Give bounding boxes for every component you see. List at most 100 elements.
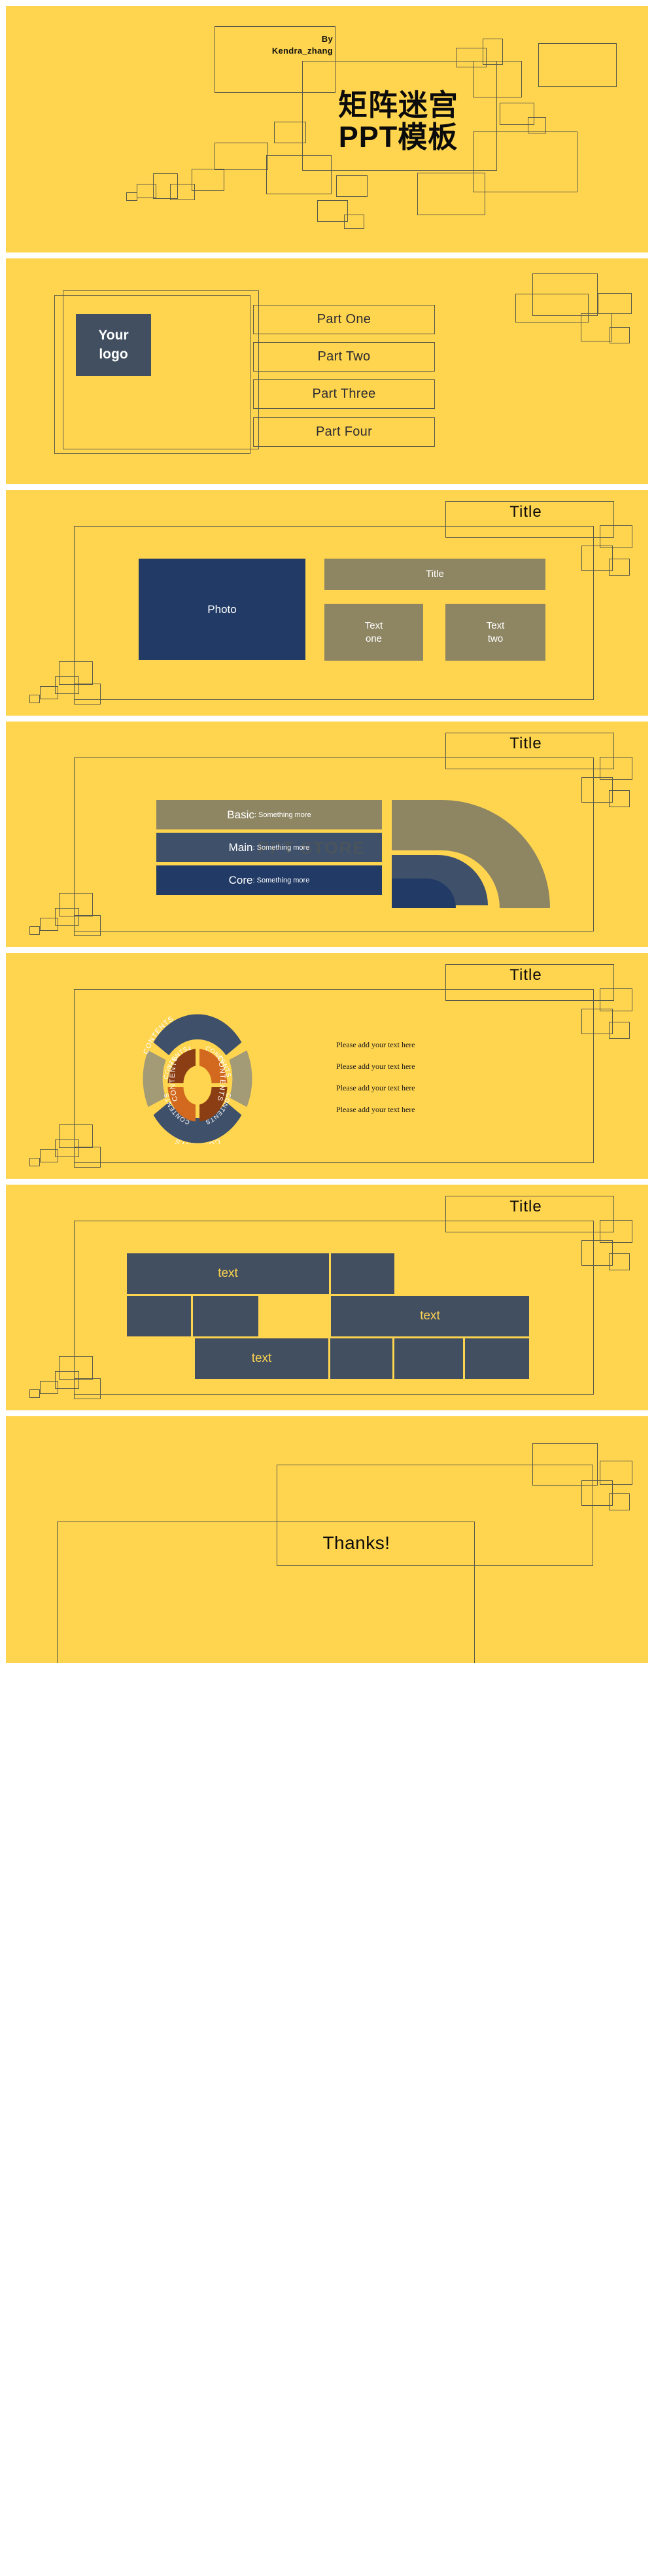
- layer-bar-main-lead: Main: [228, 841, 253, 854]
- panel-text-two-line2: two: [487, 633, 504, 644]
- layer-bar-basic-tail: : Something more: [254, 810, 311, 819]
- mosaic-block[interactable]: [127, 1296, 191, 1336]
- decor-rect: [600, 988, 632, 1011]
- decor-rect: [500, 103, 534, 125]
- photo-placeholder[interactable]: Photo: [139, 559, 305, 660]
- decor-rect: [610, 327, 630, 343]
- decor-rect: [153, 173, 178, 199]
- panel-text-two[interactable]: Text two: [445, 604, 545, 661]
- decor-rect: [609, 559, 630, 576]
- layer-bar-basic[interactable]: Basic : Something more: [156, 800, 382, 829]
- layer-bar-main[interactable]: Main : Something more: [156, 833, 382, 862]
- decor-rect: [29, 1389, 40, 1398]
- decor-rect: [215, 143, 268, 170]
- contents-item-part-two[interactable]: Part Two: [253, 342, 435, 372]
- cover-title: 矩阵迷宫 PPT模板: [333, 88, 464, 154]
- thanks-label: Thanks!: [322, 1533, 390, 1553]
- page-title: Title: [490, 503, 562, 521]
- thanks-text: Thanks!: [284, 1533, 428, 1554]
- slide-cover[interactable]: By Kendra_zhang 矩阵迷宫 PPT模板: [6, 6, 648, 252]
- contents-item-label: Part Four: [315, 425, 373, 439]
- slide-donut[interactable]: Title CONTENTS CONTENTS CO TS CONTENTS C…: [6, 953, 648, 1179]
- decor-rect: [40, 686, 58, 699]
- decor-rect: [600, 525, 632, 548]
- panel-text-two-line1: Text: [486, 620, 505, 631]
- decor-rect: [581, 777, 613, 803]
- bullet-item: Please add your text here: [336, 1105, 415, 1114]
- contents-item-part-one[interactable]: Part One: [253, 305, 435, 334]
- panel-title-text: Title: [426, 568, 444, 580]
- contents-item-label: Part Two: [317, 349, 371, 364]
- page-title: Title: [490, 735, 562, 753]
- mosaic-block[interactable]: [465, 1338, 529, 1379]
- decor-rect: [274, 122, 306, 143]
- bullet-item: Please add your text here: [336, 1083, 415, 1092]
- panel-text-one-line2: one: [365, 633, 383, 644]
- decor-rect: [336, 175, 368, 197]
- decor-rect: [581, 313, 612, 341]
- decor-rect: [55, 1140, 79, 1157]
- slide-mosaic[interactable]: Title text text text: [6, 1185, 648, 1410]
- layer-bar-core[interactable]: Core : Something more: [156, 865, 382, 895]
- decor-rect: [137, 184, 156, 198]
- page-title: Title: [490, 966, 562, 984]
- decor-rect: [609, 1253, 630, 1270]
- contents-item-label: Part One: [317, 312, 371, 326]
- decor-rect: [600, 757, 632, 780]
- panel-text-one-line1: Text: [364, 620, 383, 631]
- decor-rect: [581, 546, 613, 571]
- decor-rect: [40, 1381, 58, 1394]
- decor-rect: [581, 1240, 613, 1266]
- page-title: Title: [490, 1198, 562, 1216]
- decor-rect: [344, 215, 364, 229]
- decor-rect: [532, 273, 598, 316]
- decor-rect: [29, 695, 40, 703]
- mosaic-block-label: text: [251, 1351, 272, 1365]
- mosaic-block[interactable]: text: [331, 1296, 529, 1336]
- contents-donut-graphic[interactable]: CONTENTS CONTENTS CONTENTS CONTENTS CONT…: [112, 1013, 283, 1144]
- decor-rect: [55, 676, 79, 694]
- slide-layers[interactable]: Title Basic : Something more Main : Some…: [6, 722, 648, 947]
- decor-rect: [59, 661, 93, 685]
- page-title-text: Title: [509, 503, 542, 521]
- decor-rect: [598, 293, 632, 314]
- mosaic-block[interactable]: [330, 1338, 392, 1379]
- decor-rect: [74, 1147, 101, 1168]
- your-logo-placeholder[interactable]: Your logo: [76, 314, 151, 376]
- mosaic-block[interactable]: text: [127, 1253, 329, 1294]
- logo-line1: Your: [98, 328, 129, 343]
- cover-byline: By Kendra_zhang: [232, 33, 333, 56]
- panel-text-one[interactable]: Text one: [324, 604, 423, 661]
- cover-title-line2: PPT模板: [338, 120, 458, 154]
- decor-rect: [581, 1480, 613, 1506]
- decor-rect: [600, 1220, 632, 1243]
- cover-title-line1: 矩阵迷宫: [337, 88, 458, 122]
- decor-rect: [266, 155, 332, 194]
- decor-rect: [532, 1443, 598, 1486]
- slide-contents[interactable]: Your logo Part One Part Two Part Three P…: [6, 258, 648, 484]
- decor-rect: [609, 1493, 630, 1510]
- panel-title-box[interactable]: Title: [324, 559, 545, 590]
- contents-item-part-three[interactable]: Part Three: [253, 379, 435, 409]
- slide-thanks[interactable]: Thanks!: [6, 1416, 648, 1663]
- decor-rect: [317, 200, 348, 222]
- bullet-item: Please add your text here: [336, 1062, 415, 1071]
- cover-byline-line1: By: [321, 34, 333, 44]
- mosaic-block[interactable]: [394, 1338, 463, 1379]
- bullet-item: Please add your text here: [336, 1040, 415, 1049]
- decor-rect: [473, 61, 522, 97]
- decor-rect: [29, 1158, 40, 1166]
- mosaic-block[interactable]: [193, 1296, 258, 1336]
- mosaic-block[interactable]: [331, 1253, 394, 1294]
- decor-rect: [609, 1022, 630, 1039]
- contents-item-part-four[interactable]: Part Four: [253, 417, 435, 447]
- decor-rect: [59, 893, 93, 916]
- layer-bar-basic-lead: Basic: [227, 808, 254, 821]
- decor-rect: [473, 131, 577, 192]
- page-title-text: Title: [509, 966, 542, 984]
- decor-rect: [581, 1009, 613, 1034]
- mosaic-block-label: text: [420, 1309, 440, 1323]
- mosaic-block[interactable]: text: [195, 1338, 328, 1379]
- decor-rect: [40, 1149, 58, 1162]
- slide-photo-text[interactable]: Title Photo Title Text one Text two: [6, 490, 648, 716]
